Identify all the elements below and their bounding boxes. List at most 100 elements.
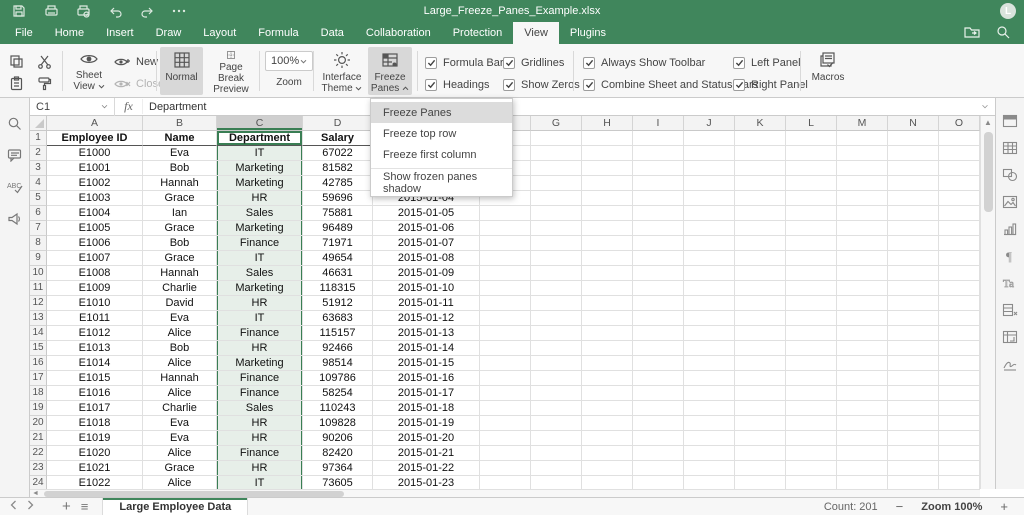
cell-F22[interactable] [480, 446, 531, 461]
cell-O10[interactable] [939, 266, 980, 281]
cell-C10[interactable]: Sales [217, 266, 303, 281]
cell-I2[interactable] [633, 146, 684, 161]
cell-D5[interactable]: 59696 [303, 191, 373, 206]
checkbox-left-panel[interactable]: Left Panel [733, 56, 801, 70]
cell-O11[interactable] [939, 281, 980, 296]
cell-B7[interactable]: Grace [143, 221, 217, 236]
prev-sheet-icon[interactable] [10, 500, 17, 513]
cell-B6[interactable]: Ian [143, 206, 217, 221]
cell-K16[interactable] [735, 356, 786, 371]
cell-B4[interactable]: Hannah [143, 176, 217, 191]
cell-D17[interactable]: 109786 [303, 371, 373, 386]
cell-J21[interactable] [684, 431, 735, 446]
cell-H15[interactable] [582, 341, 633, 356]
cell-B17[interactable]: Hannah [143, 371, 217, 386]
fx-icon[interactable]: fx [115, 99, 143, 114]
cell-B15[interactable]: Bob [143, 341, 217, 356]
cell-N2[interactable] [888, 146, 939, 161]
vertical-scrollbar-thumb[interactable] [984, 132, 993, 212]
row-header-9[interactable]: 9 [30, 251, 47, 266]
cell-B22[interactable]: Alice [143, 446, 217, 461]
zoom-indicator[interactable]: Zoom 100% [921, 501, 982, 513]
column-header-B[interactable]: B [143, 116, 217, 131]
menu-tab-insert[interactable]: Insert [95, 22, 145, 44]
cell-G14[interactable] [531, 326, 582, 341]
cell-O3[interactable] [939, 161, 980, 176]
column-header-C[interactable]: C [217, 116, 303, 131]
cell-B5[interactable]: Grace [143, 191, 217, 206]
cell-F14[interactable] [480, 326, 531, 341]
cell-N11[interactable] [888, 281, 939, 296]
cell-N20[interactable] [888, 416, 939, 431]
cell-E18[interactable]: 2015-01-17 [373, 386, 480, 401]
row-header-6[interactable]: 6 [30, 206, 47, 221]
cell-F18[interactable] [480, 386, 531, 401]
formula-input[interactable]: Department [143, 101, 975, 113]
cell-C12[interactable]: HR [217, 296, 303, 311]
cell-D6[interactable]: 75881 [303, 206, 373, 221]
cell-F12[interactable] [480, 296, 531, 311]
slicer-settings-icon[interactable] [1001, 301, 1019, 319]
cell-J16[interactable] [684, 356, 735, 371]
row-header-13[interactable]: 13 [30, 311, 47, 326]
checkbox-headings[interactable]: Headings [425, 78, 489, 92]
cell-N4[interactable] [888, 176, 939, 191]
cell-G3[interactable] [531, 161, 582, 176]
cell-E19[interactable]: 2015-01-18 [373, 401, 480, 416]
cell-D19[interactable]: 110243 [303, 401, 373, 416]
cell-J23[interactable] [684, 461, 735, 476]
cell-K11[interactable] [735, 281, 786, 296]
cell-J2[interactable] [684, 146, 735, 161]
cell-L18[interactable] [786, 386, 837, 401]
cell-M21[interactable] [837, 431, 888, 446]
cell-K4[interactable] [735, 176, 786, 191]
cell-E11[interactable]: 2015-01-10 [373, 281, 480, 296]
cell-B2[interactable]: Eva [143, 146, 217, 161]
cell-N15[interactable] [888, 341, 939, 356]
menu-item-freeze-first-column[interactable]: Freeze first column [371, 144, 512, 165]
checkbox-always-show-toolbar[interactable]: Always Show Toolbar [583, 56, 705, 70]
cell-K13[interactable] [735, 311, 786, 326]
cell-K14[interactable] [735, 326, 786, 341]
row-header-24[interactable]: 24 [30, 476, 47, 489]
cell-A22[interactable]: E1020 [47, 446, 143, 461]
cell-H11[interactable] [582, 281, 633, 296]
cell-O16[interactable] [939, 356, 980, 371]
cell-N1[interactable] [888, 131, 939, 146]
cell-K5[interactable] [735, 191, 786, 206]
cell-I15[interactable] [633, 341, 684, 356]
cell-K1[interactable] [735, 131, 786, 146]
cell-D11[interactable]: 118315 [303, 281, 373, 296]
cell-M16[interactable] [837, 356, 888, 371]
menu-tab-file[interactable]: File [4, 22, 44, 44]
cell-D2[interactable]: 67022 [303, 146, 373, 161]
cell-J8[interactable] [684, 236, 735, 251]
cell-G2[interactable] [531, 146, 582, 161]
cell-C16[interactable]: Marketing [217, 356, 303, 371]
cell-L17[interactable] [786, 371, 837, 386]
cell-N9[interactable] [888, 251, 939, 266]
sheet-tab[interactable]: Large Employee Data [102, 498, 248, 515]
cell-N10[interactable] [888, 266, 939, 281]
cell-B3[interactable]: Bob [143, 161, 217, 176]
cell-N3[interactable] [888, 161, 939, 176]
cell-L12[interactable] [786, 296, 837, 311]
checkbox-combine-sheet-status-bars[interactable]: Combine Sheet and Status Bars [583, 78, 758, 92]
cell-H20[interactable] [582, 416, 633, 431]
cell-K6[interactable] [735, 206, 786, 221]
column-header-A[interactable]: A [47, 116, 143, 131]
comments-icon[interactable] [6, 146, 24, 164]
cell-H16[interactable] [582, 356, 633, 371]
cell-H9[interactable] [582, 251, 633, 266]
cell-J22[interactable] [684, 446, 735, 461]
cell-J11[interactable] [684, 281, 735, 296]
cell-E20[interactable]: 2015-01-19 [373, 416, 480, 431]
cell-E21[interactable]: 2015-01-20 [373, 431, 480, 446]
cell-H4[interactable] [582, 176, 633, 191]
cell-I6[interactable] [633, 206, 684, 221]
row-header-18[interactable]: 18 [30, 386, 47, 401]
image-settings-icon[interactable] [1001, 193, 1019, 211]
cell-B18[interactable]: Alice [143, 386, 217, 401]
cell-B20[interactable]: Eva [143, 416, 217, 431]
cut-icon[interactable] [32, 50, 56, 72]
